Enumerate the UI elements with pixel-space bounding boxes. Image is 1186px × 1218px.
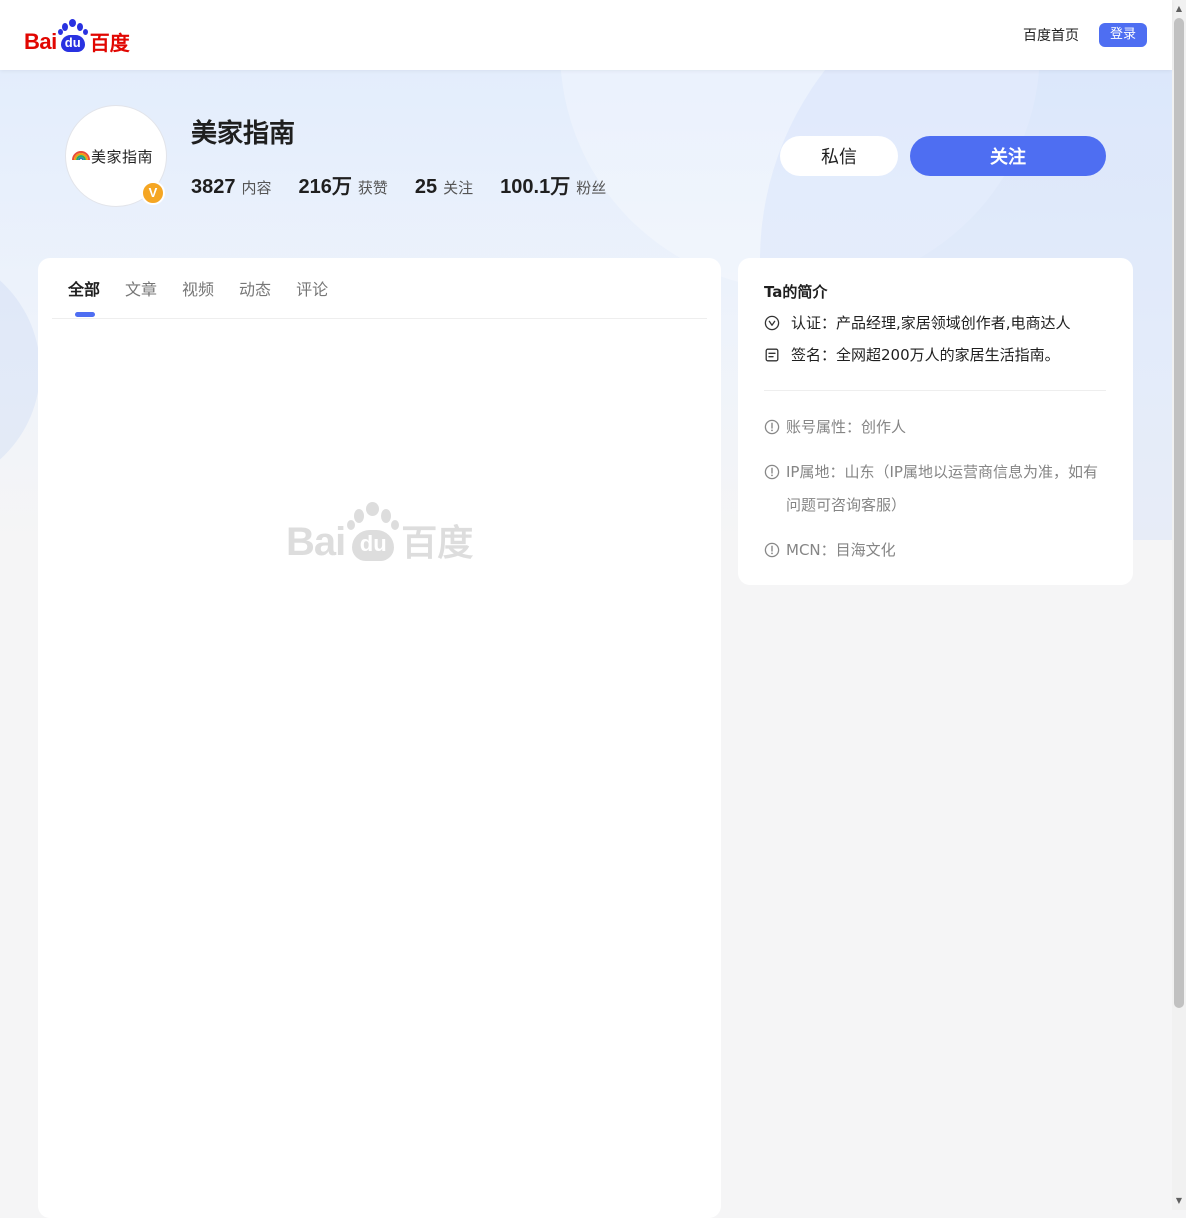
scroll-down-icon[interactable]: ▼	[1172, 1194, 1186, 1208]
loading-placeholder-logo: Bai du 百度	[286, 502, 473, 562]
content-feed-panel: 全部 文章 视频 动态 评论 Bai du 百度	[38, 258, 721, 1218]
ip-location-row: IP属地：山东（IP属地以运营商信息为准，如有问题可咨询客服）	[764, 456, 1109, 522]
mcn-row: MCN：目海文化	[764, 534, 1109, 567]
page-scrollbar[interactable]: ▲ ▼	[1172, 0, 1186, 1210]
login-button[interactable]: 登录	[1099, 23, 1147, 47]
follow-button[interactable]: 关注	[910, 136, 1106, 176]
logo-chinese-text: 百度	[89, 31, 130, 55]
info-icon	[764, 542, 780, 558]
stat-followers[interactable]: 100.1万 粉丝	[500, 170, 606, 199]
info-icon	[764, 419, 780, 435]
stat-value: 25	[414, 176, 438, 198]
verified-check-icon	[764, 315, 780, 331]
scroll-up-icon[interactable]: ▲	[1172, 2, 1186, 16]
account-type-row: 账号属性：创作人	[764, 411, 1109, 444]
stat-label: 内容	[241, 179, 272, 197]
stat-likes: 216万 获赞	[299, 170, 388, 199]
scrollbar-thumb[interactable]	[1174, 18, 1184, 1008]
signature-text: 签名：全网超200万人的家居生活指南。	[791, 346, 1060, 364]
content-tabs: 全部 文章 视频 动态 评论	[68, 278, 353, 302]
paw-icon: du	[347, 502, 400, 562]
placeholder-chinese-text: 百度	[401, 523, 474, 564]
intro-title: Ta的简介	[764, 283, 828, 301]
logo-du-text: du	[60, 35, 85, 52]
signature-row: 签名：全网超200万人的家居生活指南。	[764, 345, 1060, 365]
tab-all[interactable]: 全部	[68, 278, 100, 302]
avatar-text: 美家指南	[91, 148, 154, 166]
document-icon	[765, 348, 779, 362]
intro-divider	[764, 390, 1106, 391]
mcn-text: MCN：目海文化	[786, 541, 896, 559]
verification-row: 认证：产品经理,家居领域创作者,电商达人	[764, 313, 1071, 333]
top-navbar: Bai du 百度 百度首页 登录	[0, 0, 1172, 70]
account-type-text: 账号属性：创作人	[786, 418, 907, 436]
stat-value: 100.1万	[500, 176, 571, 198]
rainbow-icon	[72, 151, 90, 160]
ip-location-text: IP属地：山东（IP属地以运营商信息为准，如有问题可咨询客服）	[786, 463, 1098, 514]
info-icon	[764, 464, 780, 480]
logo-latin-text: Bai	[24, 29, 57, 54]
placeholder-latin-text: Bai	[286, 520, 346, 564]
verified-badge-icon: V	[141, 181, 165, 205]
paw-icon: du	[57, 19, 88, 53]
hero-decoration	[0, 250, 40, 490]
baidu-logo[interactable]: Bai du 百度	[24, 17, 130, 53]
verification-text: 认证：产品经理,家居领域创作者,电商达人	[791, 314, 1071, 332]
message-button[interactable]: 私信	[780, 136, 898, 176]
tab-comments[interactable]: 评论	[296, 278, 328, 302]
placeholder-du-text: du	[352, 530, 395, 561]
active-tab-indicator	[75, 312, 95, 317]
tab-videos[interactable]: 视频	[182, 278, 214, 302]
tab-posts[interactable]: 动态	[239, 278, 271, 302]
stat-value: 216万	[298, 176, 352, 198]
stat-value: 3827	[191, 176, 236, 198]
profile-intro-panel: Ta的简介 认证：产品经理,家居领域创作者,电商达人 签名：全网超200万人的家…	[738, 258, 1133, 585]
profile-name: 美家指南	[191, 119, 296, 149]
stat-label: 获赞	[357, 179, 388, 197]
tab-divider	[52, 318, 707, 319]
baidu-home-link[interactable]: 百度首页	[1023, 25, 1079, 45]
stat-label: 关注	[443, 179, 474, 197]
tab-articles[interactable]: 文章	[125, 278, 157, 302]
stat-label: 粉丝	[576, 179, 607, 197]
profile-stats: 3827 内容 216万 获赞 25 关注 100.1万 粉丝	[191, 170, 633, 199]
stat-content: 3827 内容	[191, 176, 272, 199]
stat-following[interactable]: 25 关注	[415, 176, 473, 199]
